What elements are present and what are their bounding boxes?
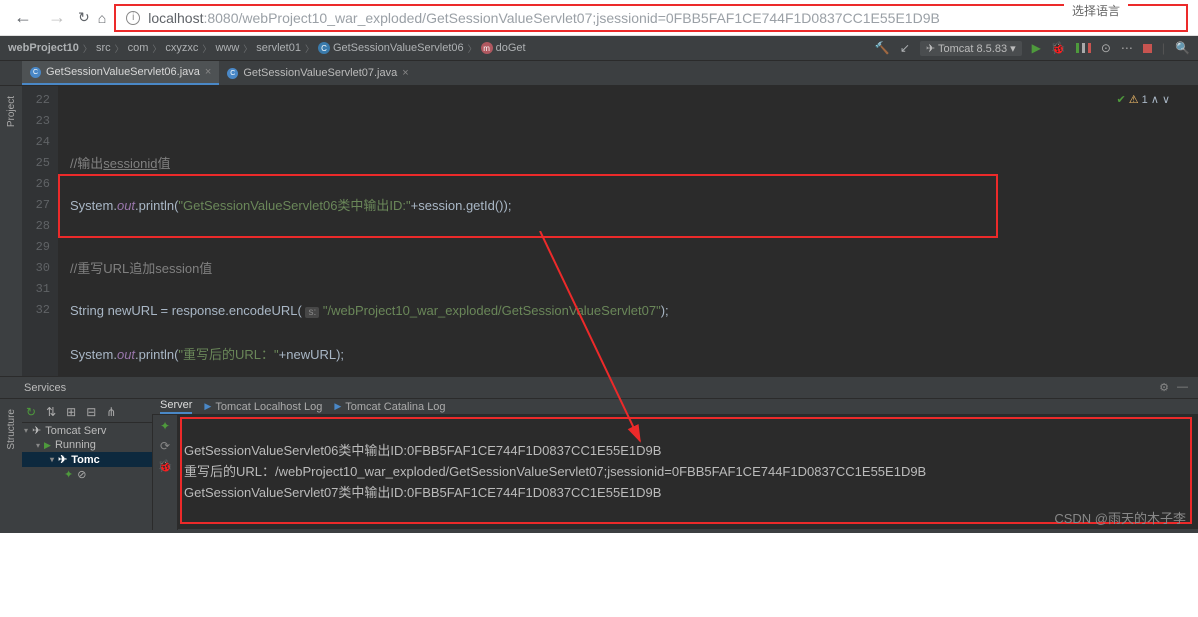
tab-label: GetSessionValueServlet07.java <box>243 67 397 79</box>
close-icon[interactable]: × <box>402 67 408 79</box>
forward-button[interactable]: → <box>44 3 70 32</box>
expand-icon[interactable]: ⊞ <box>66 405 76 419</box>
console-output[interactable]: GetSessionValueServlet06类中输出ID:0FBB5FAF1… <box>178 415 1198 530</box>
services-panel: Services ⚙ — Structure ↻ ⇅ ⊞ ⊟ ⋔ ▾ ✈ Tom… <box>0 376 1198 531</box>
sync-icon[interactable]: ↙ <box>900 41 910 55</box>
group-icon[interactable]: ⋔ <box>106 405 116 419</box>
file-tab[interactable]: C GetSessionValueServlet07.java × <box>219 61 416 85</box>
java-class-icon: C <box>227 68 238 79</box>
inspection-badge[interactable]: ✔ ⚠ 1 ∧ ∨ <box>1116 90 1170 111</box>
method-icon: m <box>481 42 493 54</box>
site-info-icon[interactable]: i <box>126 11 140 25</box>
close-icon[interactable]: × <box>205 66 211 78</box>
update-icon[interactable]: ⟳ <box>160 439 170 453</box>
url-bar[interactable]: i localhost:8080/webProject10_war_explod… <box>114 4 1188 32</box>
url-text: localhost:8080/webProject10_war_exploded… <box>148 10 940 26</box>
back-button[interactable]: ← <box>10 3 36 32</box>
run-config-selector[interactable]: ✈ Tomcat 8.5.83 ▾ <box>920 41 1022 56</box>
coverage-button[interactable] <box>1076 43 1091 53</box>
ide-window: webProject10〉 src〉 com〉 cxyzxc〉 www〉 ser… <box>0 36 1198 533</box>
services-tree: ↻ ⇅ ⊞ ⊟ ⋔ ▾ ✈ Tomcat Serv ▾ ▶ Running ▾ … <box>22 399 152 529</box>
services-header[interactable]: Services ⚙ — <box>0 377 1198 399</box>
language-selector[interactable]: 选择语言 <box>1064 0 1128 21</box>
console-toolbar: ✦ ⟳ 🐞 <box>152 415 178 530</box>
filter-icon[interactable]: ⇅ <box>46 405 56 419</box>
breadcrumb[interactable]: webProject10 <box>8 42 79 54</box>
editor-area: Project 22 23 24 25 26 27 28 29 30 31 32… <box>0 86 1198 376</box>
debug-button[interactable]: 🐞 <box>1051 41 1066 55</box>
toolwindow-stripe-left: Structure <box>0 399 22 529</box>
tree-node[interactable]: ▾ ▶ Running <box>22 438 152 452</box>
line-gutter: 22 23 24 25 26 27 28 29 30 31 32 <box>22 86 58 376</box>
project-toolwindow-tab[interactable]: Project <box>4 90 19 133</box>
toolwindow-stripe-left: Project <box>0 86 22 376</box>
divider: | <box>1162 41 1165 55</box>
debug-icon[interactable]: 🐞 <box>158 459 173 473</box>
reload-button[interactable]: ↻ <box>78 9 90 26</box>
tree-node[interactable]: ▾ ✈ Tomcat Serv <box>22 423 152 438</box>
run-button[interactable]: ▶ <box>1032 41 1041 55</box>
output-tabs: Server ▶Tomcat Localhost Log ▶Tomcat Cat… <box>152 399 1198 415</box>
tree-node-leaf[interactable]: ✦ ⊘ <box>22 467 152 482</box>
ide-navbar: webProject10〉 src〉 com〉 cxyzxc〉 www〉 ser… <box>0 36 1198 61</box>
tab-server[interactable]: Server <box>160 399 192 414</box>
minimize-icon[interactable]: — <box>1177 381 1188 394</box>
run-icon[interactable]: ✦ <box>160 419 170 433</box>
profiler-button[interactable]: ⊙ <box>1101 41 1111 55</box>
gear-icon[interactable]: ⚙ <box>1159 381 1169 394</box>
java-class-icon: C <box>30 67 41 78</box>
code-editor[interactable]: ✔ ⚠ 1 ∧ ∨ //输出sessionid值 System.out.prin… <box>58 86 1198 376</box>
rerun-icon[interactable]: ↻ <box>26 405 36 419</box>
collapse-icon[interactable]: ⊟ <box>86 405 96 419</box>
tab-localhost-log[interactable]: ▶Tomcat Localhost Log <box>204 401 322 413</box>
tab-label: GetSessionValueServlet06.java <box>46 66 200 78</box>
class-icon: C <box>318 42 330 54</box>
watermark: CSDN @雨天的木子李 <box>1054 508 1186 527</box>
home-button[interactable]: ⌂ <box>98 10 106 26</box>
stop-button[interactable] <box>1143 44 1152 53</box>
tree-node-selected[interactable]: ▾ ✈ Tomc <box>22 452 152 467</box>
file-tabs: C GetSessionValueServlet06.java × C GetS… <box>0 61 1198 86</box>
browser-toolbar: ← → ↻ ⌂ i localhost:8080/webProject10_wa… <box>0 0 1198 36</box>
file-tab[interactable]: C GetSessionValueServlet06.java × <box>22 61 219 85</box>
attach-button[interactable]: ⋯ <box>1121 41 1133 55</box>
structure-toolwindow-tab[interactable]: Structure <box>4 403 19 456</box>
tab-catalina-log[interactable]: ▶Tomcat Catalina Log <box>334 401 445 413</box>
build-icon[interactable]: 🔨 <box>875 41 890 55</box>
search-icon[interactable]: 🔍 <box>1175 41 1190 55</box>
